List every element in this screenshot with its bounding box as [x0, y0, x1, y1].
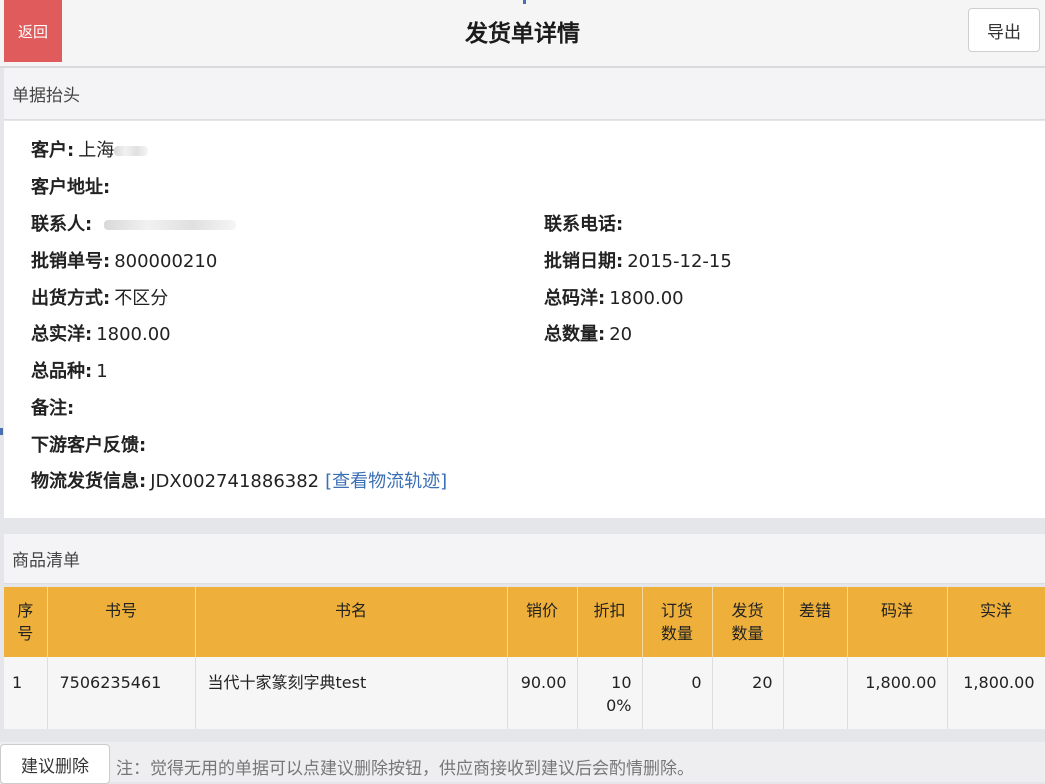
cell-isbn: 7506235461 — [47, 657, 196, 729]
total-net-value: 1800.00 — [96, 324, 171, 345]
cell-error — [783, 657, 848, 729]
customer-label: 客户: — [31, 140, 75, 161]
side-marker — [0, 428, 3, 435]
total-kinds-value: 1 — [96, 361, 108, 382]
cell-ordered: 0 — [642, 657, 713, 729]
redacted-customer — [114, 146, 149, 156]
ship-method-field: 出货方式: 不区分 — [31, 287, 168, 311]
col-header-net-amount: 实洋 — [947, 587, 1045, 657]
page-header: 返回 发货单详情 导出 — [0, 0, 1045, 68]
cell-price: 90.00 — [507, 657, 578, 729]
section-items-title: 商品清单 — [4, 534, 1045, 584]
address-field: 客户地址: — [31, 176, 114, 200]
col-header-shipped: 发货数量 — [712, 587, 784, 657]
total-list-value: 1800.00 — [609, 288, 684, 309]
total-qty-value: 20 — [609, 324, 633, 345]
phone-field: 联系电话: — [544, 213, 627, 237]
total-kinds-field: 总品种: 1 — [31, 360, 108, 384]
cell-list-amount: 1,800.00 — [847, 657, 948, 729]
address-label: 客户地址: — [31, 177, 111, 198]
redacted-contact — [104, 220, 237, 230]
col-header-name: 书名 — [195, 587, 508, 657]
feedback-field: 下游客户反馈: — [31, 434, 150, 458]
customer-field: 客户: 上海 — [31, 139, 149, 163]
cell-seq: 1 — [4, 657, 48, 729]
order-info-card: 客户: 上海 客户地址: 联系人: 联系电话: 批销单号: 800000210 批销… — [4, 121, 1045, 518]
contact-label: 联系人: — [31, 214, 93, 235]
cell-shipped: 20 — [712, 657, 784, 729]
logistics-label: 物流发货信息: — [31, 471, 147, 492]
order-no-label: 批销单号: — [31, 251, 111, 272]
logistics-track-link[interactable]: [查看物流轨迹] — [325, 471, 447, 492]
section-header-title: 单据抬头 — [4, 68, 1045, 120]
total-list-label: 总码洋: — [544, 288, 606, 309]
date-field: 批销日期: 2015-12-15 — [544, 250, 732, 274]
table-row: 1 7506235461 当代十家篆刻字典test 90.00 100% 0 2… — [4, 657, 1045, 729]
cell-net-amount: 1,800.00 — [947, 657, 1045, 729]
order-no-value: 800000210 — [114, 251, 218, 272]
remark-label: 备注: — [31, 398, 75, 419]
table-header-row: 序号 书号 书名 销价 折扣 订货数量 发货数量 差错 码洋 实洋 — [4, 587, 1045, 657]
total-qty-field: 总数量: 20 — [544, 323, 632, 347]
remark-field: 备注: — [31, 397, 78, 421]
contact-field: 联系人: — [31, 213, 237, 237]
col-header-ordered: 订货数量 — [642, 587, 713, 657]
footer-bar: 建议删除 注：觉得无用的单据可以点建议删除按钮，供应商接收到建议后会酌情删除。 — [0, 742, 1045, 784]
page-title: 发货单详情 — [465, 21, 580, 47]
col-header-discount: 折扣 — [577, 587, 643, 657]
col-header-list-amount: 码洋 — [847, 587, 948, 657]
col-header-seq: 序号 — [4, 587, 48, 657]
total-kinds-label: 总品种: — [31, 361, 93, 382]
logistics-value: JDX002741886382 — [150, 471, 320, 492]
customer-value: 上海 — [78, 140, 115, 161]
delete-note: 注：觉得无用的单据可以点建议删除按钮，供应商接收到建议后会酌情删除。 — [116, 759, 694, 779]
ship-method-label: 出货方式: — [31, 288, 111, 309]
top-marker — [523, 0, 526, 4]
export-button[interactable]: 导出 — [968, 8, 1040, 52]
total-list-field: 总码洋: 1800.00 — [544, 287, 684, 311]
col-header-isbn: 书号 — [47, 587, 196, 657]
total-net-label: 总实洋: — [31, 324, 93, 345]
items-table: 序号 书号 书名 销价 折扣 订货数量 发货数量 差错 码洋 实洋 1 7506… — [4, 587, 1045, 729]
logistics-field: 物流发货信息: JDX002741886382 [查看物流轨迹] — [31, 470, 447, 494]
order-no-field: 批销单号: 800000210 — [31, 250, 217, 274]
col-header-error: 差错 — [783, 587, 848, 657]
phone-label: 联系电话: — [544, 214, 624, 235]
feedback-label: 下游客户反馈: — [31, 435, 147, 456]
date-label: 批销日期: — [544, 251, 624, 272]
ship-method-value: 不区分 — [114, 288, 169, 309]
cell-name: 当代十家篆刻字典test — [195, 657, 508, 729]
date-value: 2015-12-15 — [627, 251, 732, 272]
col-header-price: 销价 — [507, 587, 578, 657]
total-net-field: 总实洋: 1800.00 — [31, 323, 171, 347]
total-qty-label: 总数量: — [544, 324, 606, 345]
suggest-delete-button[interactable]: 建议删除 — [0, 744, 110, 784]
cell-discount: 100% — [577, 657, 643, 729]
